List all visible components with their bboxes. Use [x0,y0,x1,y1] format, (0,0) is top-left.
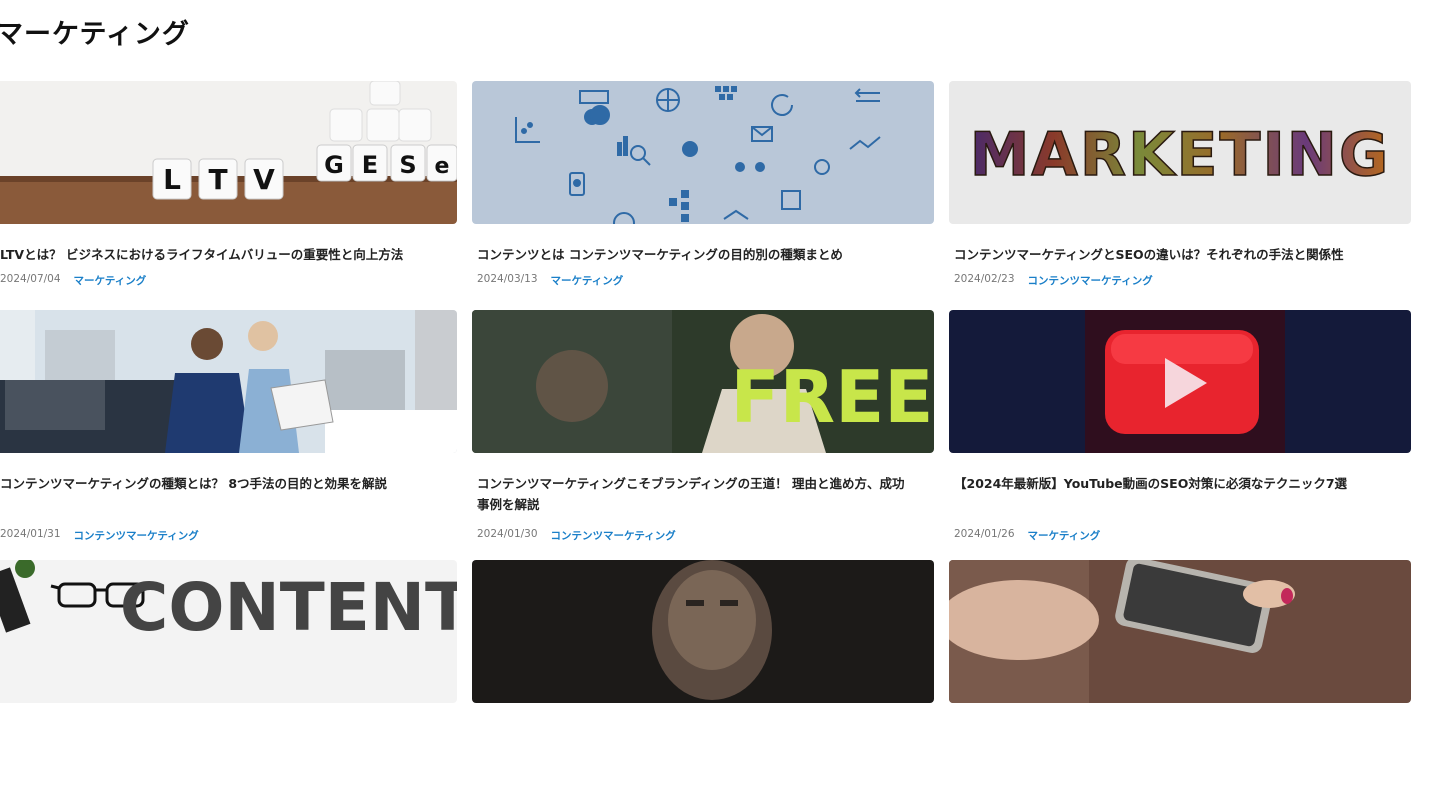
article-title[interactable]: コンテンツマーケティングの種類とは？ 8つ手法の目的と効果を解説 [0,473,457,494]
article-date: 2024/01/31 [0,528,61,540]
article-card[interactable]: コンテンツとは コンテンツマーケティングの目的別の種類まとめ 2024/03/1… [472,81,934,310]
article-grid: L T V G E S e LTVとは？ ビジネスにおけるライフタイムバリューの… [0,81,1411,789]
article-title[interactable]: LTVとは？ ビジネスにおけるライフタイムバリューの重要性と向上方法 [0,244,457,265]
article-meta: 2024/01/31 コンテンツマーケティング [0,528,199,543]
article-card[interactable] [472,560,934,789]
article-thumbnail[interactable] [949,560,1411,703]
article-title[interactable]: コンテンツマーケティングこそブランディングの王道！ 理由と進め方、成功事例を解説 [477,473,934,515]
article-thumbnail[interactable] [472,81,934,224]
marketing-letters-image: MARKETING [949,81,1411,224]
svg-text:T: T [208,163,227,196]
article-meta: 2024/01/30 コンテンツマーケティング [477,528,676,543]
article-category-link[interactable]: マーケティング [74,273,147,288]
article-thumbnail[interactable]: FREE [472,310,934,453]
svg-text:E: E [362,151,378,179]
article-title[interactable]: コンテンツとは コンテンツマーケティングの目的別の種類まとめ [477,244,934,265]
article-thumbnail[interactable] [472,560,934,703]
article-category-link[interactable]: コンテンツマーケティング [74,528,199,543]
free-board-image: FREE [472,310,934,453]
man-portrait-image [472,560,934,703]
svg-text:S: S [399,151,416,179]
article-card[interactable]: CONTENT [0,560,457,789]
youtube-play-image [949,310,1411,453]
article-date: 2024/03/13 [477,273,538,285]
ltv-dice-image: L T V G E S e [0,81,457,224]
article-thumbnail[interactable] [0,310,457,453]
svg-text:L: L [163,163,181,196]
article-category-link[interactable]: コンテンツマーケティング [551,528,676,543]
article-meta: 2024/02/23 コンテンツマーケティング [954,273,1411,288]
article-date: 2024/01/30 [477,528,538,540]
article-meta: 2024/07/04 マーケティング [0,273,457,288]
article-category-link[interactable]: マーケティング [551,273,624,288]
page-title: マーケティング [0,19,190,50]
article-date: 2024/01/26 [954,528,1015,540]
svg-text:e: e [435,154,450,179]
article-thumbnail[interactable] [949,310,1411,453]
article-category-link[interactable]: コンテンツマーケティング [1028,273,1153,288]
article-card[interactable]: 【2024年最新版】YouTube動画のSEO対策に必須なテクニック7選 202… [949,310,1411,560]
svg-text:FREE: FREE [731,355,934,439]
smartphone-hands-image [949,560,1411,703]
article-card[interactable]: コンテンツマーケティングの種類とは？ 8つ手法の目的と効果を解説 2024/01… [0,310,457,560]
article-card[interactable]: L T V G E S e LTVとは？ ビジネスにおけるライフタイムバリューの… [0,81,457,310]
article-date: 2024/02/23 [954,273,1015,285]
content-icons-image [472,81,934,224]
svg-text:G: G [324,151,344,179]
article-card[interactable] [949,560,1411,789]
article-category-link[interactable]: マーケティング [1028,528,1101,543]
article-meta: 2024/03/13 マーケティング [477,273,934,288]
article-title[interactable]: 【2024年最新版】YouTube動画のSEO対策に必須なテクニック7選 [954,473,1411,494]
article-meta: 2024/01/26 マーケティング [954,528,1100,543]
article-date: 2024/07/04 [0,273,61,285]
article-thumbnail[interactable]: CONTENT [0,560,457,703]
svg-text:CONTENT: CONTENT [120,569,457,646]
svg-text:V: V [253,163,275,196]
article-card[interactable]: FREE コンテンツマーケティングこそブランディングの王道！ 理由と進め方、成功… [472,310,934,560]
article-card[interactable]: MARKETING コンテンツマーケティングとSEOの違いは？それぞれの手法と関… [949,81,1411,310]
article-title[interactable]: コンテンツマーケティングとSEOの違いは？それぞれの手法と関係性 [954,244,1411,265]
article-thumbnail[interactable]: MARKETING [949,81,1411,224]
business-meeting-image [0,310,457,453]
svg-text:MARKETING: MARKETING [970,120,1391,190]
content-glasses-image: CONTENT [0,560,457,703]
article-thumbnail[interactable]: L T V G E S e [0,81,457,224]
